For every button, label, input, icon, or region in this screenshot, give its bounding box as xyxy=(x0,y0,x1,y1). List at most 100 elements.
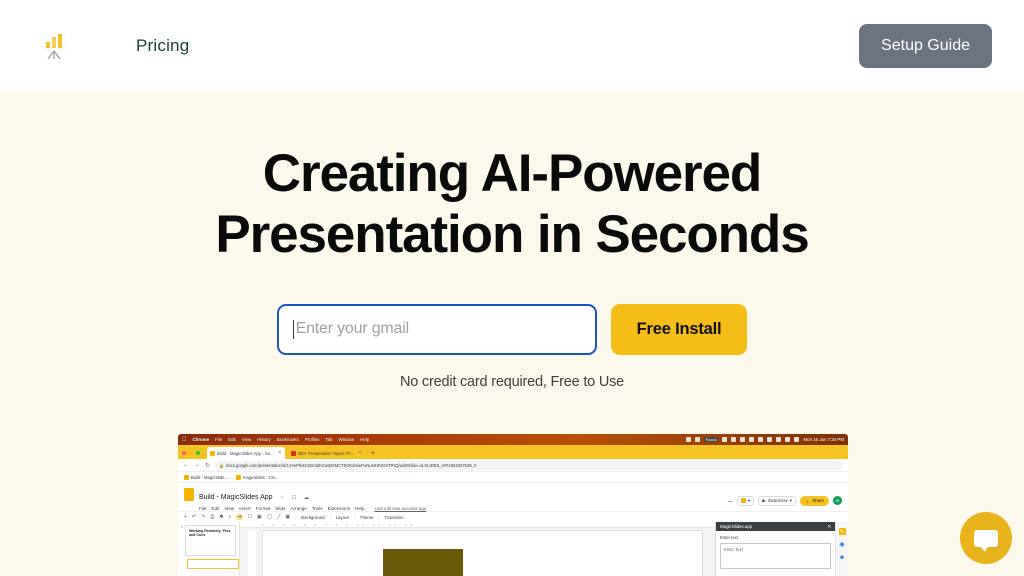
control-center-icon[interactable] xyxy=(758,437,764,442)
bookmark-item-1[interactable]: Build - MagicSlide... xyxy=(184,474,228,480)
undo-icon[interactable]: ↶ xyxy=(192,514,196,520)
document-title[interactable]: Build - MagicSlides App xyxy=(199,494,273,501)
minimize-window-icon[interactable] xyxy=(189,451,193,455)
focus-status-chip[interactable]: Focus xyxy=(703,437,719,442)
theme-button[interactable]: Theme xyxy=(353,514,373,520)
reload-icon[interactable]: ↻ xyxy=(205,462,210,469)
menu-item-profiles[interactable]: Profiles xyxy=(305,437,320,442)
slides-menu-arrange[interactable]: Arrange xyxy=(290,506,306,511)
menu-item-help[interactable]: Help xyxy=(360,437,369,442)
menu-item-file[interactable]: File xyxy=(215,437,222,442)
keep-icon[interactable]: ✎ xyxy=(838,528,846,535)
comment-add-icon[interactable]: ▣ xyxy=(285,514,290,520)
back-icon[interactable]: ← xyxy=(183,462,189,468)
menu-item-window[interactable]: Window xyxy=(339,437,355,442)
print-icon[interactable]: ⎙ xyxy=(210,514,214,520)
slides-menu-help[interactable]: Help xyxy=(355,506,364,511)
close-tab-icon[interactable]: ✕ xyxy=(358,450,362,456)
microphone-icon[interactable] xyxy=(694,437,700,442)
zoom-icon[interactable]: ⌕ xyxy=(229,514,232,520)
comment-icon[interactable]: ⚊ xyxy=(728,497,733,504)
new-slide-icon[interactable]: + xyxy=(184,514,187,520)
horizontal-ruler: 1 2 3 4 5 6 7 8 9 10 11 12 13 xyxy=(240,522,715,528)
slides-menu-edit[interactable]: Edit xyxy=(211,506,219,511)
slides-menu-insert[interactable]: Insert xyxy=(239,506,251,511)
browser-tab-1[interactable]: Build - MagicSlides App - Go... ✕ xyxy=(207,447,285,459)
slides-menu-file[interactable]: File xyxy=(199,506,206,511)
setup-guide-button[interactable]: Setup Guide xyxy=(859,23,992,68)
redo-icon[interactable]: ↷ xyxy=(201,514,205,520)
browser-tab-2[interactable]: 350+ Presentation Topics Th... ✕ xyxy=(287,447,365,459)
meet-button[interactable]: ▾ xyxy=(736,495,755,506)
slideshow-button[interactable]: ▶ Slideshow ▾ xyxy=(758,495,796,506)
vertical-ruler xyxy=(248,530,256,576)
page-title: Creating AI-Powered Presentation in Seco… xyxy=(0,143,1024,266)
background-button[interactable]: Background xyxy=(295,514,325,520)
search-icon[interactable] xyxy=(776,437,782,442)
slides-menu-extensions[interactable]: Extensions xyxy=(328,506,350,511)
line-icon[interactable]: ╱ xyxy=(277,514,280,520)
magicslides-panel-title: MagicSlides.app xyxy=(720,524,753,529)
paint-format-icon[interactable]: ✽ xyxy=(219,514,223,520)
magicslides-panel: MagicSlides.app ✕ Enter text Enter Text xyxy=(715,522,835,576)
slide-image-block[interactable] xyxy=(383,549,463,576)
menu-item-history[interactable]: History xyxy=(257,437,271,442)
close-window-icon[interactable] xyxy=(182,451,186,455)
google-slides-icon[interactable] xyxy=(184,488,194,501)
input-source-icon[interactable] xyxy=(785,437,791,442)
avatar[interactable]: m xyxy=(833,496,842,505)
siri-icon[interactable] xyxy=(794,437,800,442)
last-edit-status[interactable]: Last edit was seconds ago xyxy=(375,506,427,511)
bookmark-item-2[interactable]: magicslides - Clo... xyxy=(236,474,278,480)
slides-editor-body: 1 Working Remotely: Pros and Cons 1 2 3 … xyxy=(178,522,848,576)
gear-icon[interactable] xyxy=(685,437,691,442)
display-icon[interactable] xyxy=(731,437,737,442)
contacts-icon[interactable]: ☻ xyxy=(839,554,846,561)
menu-item-tab[interactable]: Tab xyxy=(325,437,332,442)
share-button[interactable]: 🔒 Share xyxy=(799,495,829,506)
slides-menu-view[interactable]: View xyxy=(224,506,234,511)
maximize-window-icon[interactable] xyxy=(196,451,200,455)
slide-filmstrip: 1 Working Remotely: Pros and Cons xyxy=(178,522,240,576)
brand-logo[interactable] xyxy=(32,24,76,68)
address-bar[interactable]: 🔒 docs.google.com/presentation/d/1AYePls… xyxy=(215,460,843,470)
tasks-icon[interactable]: ◉ xyxy=(839,541,846,548)
shape-icon[interactable]: ◯ xyxy=(267,514,273,520)
image-icon[interactable]: ▣ xyxy=(257,514,262,520)
slide-thumbnail[interactable]: Working Remotely: Pros and Cons xyxy=(184,525,236,556)
close-icon[interactable]: ✕ xyxy=(827,524,831,530)
layout-button[interactable]: Layout xyxy=(329,514,349,520)
record-icon[interactable] xyxy=(722,437,728,442)
product-screenshot-preview:  Chrome File Edit View History Bookmark… xyxy=(178,434,848,576)
mac-menu-bar:  Chrome File Edit View History Bookmark… xyxy=(178,434,848,445)
menu-item-bookmarks[interactable]: Bookmarks xyxy=(277,437,299,442)
slides-menu-tools[interactable]: Tools xyxy=(312,506,323,511)
volume-icon[interactable] xyxy=(749,437,755,442)
nav-link-pricing[interactable]: Pricing xyxy=(136,36,189,56)
forward-icon[interactable]: → xyxy=(194,462,200,468)
transition-button[interactable]: Transition xyxy=(378,514,404,520)
star-icon[interactable]: ☆ xyxy=(280,495,284,501)
slides-menu-slide[interactable]: Slide xyxy=(275,506,285,511)
email-input-wrapper[interactable]: Enter your gmail xyxy=(276,303,597,355)
meet-icon xyxy=(740,498,746,503)
menu-bar-clock[interactable]: Mon 16 Jan 7:34 PM xyxy=(803,437,844,442)
move-folder-icon[interactable]: ☐ xyxy=(292,495,296,501)
close-tab-icon[interactable]: ✕ xyxy=(278,450,282,456)
menu-item-edit[interactable]: Edit xyxy=(228,437,236,442)
text-box-icon[interactable]: ☐ xyxy=(248,514,252,520)
free-install-button[interactable]: Free Install xyxy=(610,303,748,355)
select-tool-icon[interactable]: ➔ xyxy=(236,514,243,520)
slide-canvas[interactable] xyxy=(262,530,703,576)
menu-item-view[interactable]: View xyxy=(242,437,251,442)
magicslides-textarea[interactable]: Enter Text xyxy=(720,543,831,569)
lock-icon: 🔒 xyxy=(219,462,225,468)
battery-icon[interactable] xyxy=(740,437,746,442)
bookmark-favicon-icon xyxy=(184,474,189,480)
slides-menu-format[interactable]: Format xyxy=(256,506,271,511)
new-tab-button[interactable]: + xyxy=(371,450,375,459)
chat-widget-button[interactable] xyxy=(960,512,1012,564)
menu-item-chrome[interactable]: Chrome xyxy=(193,437,210,442)
wifi-icon[interactable] xyxy=(767,437,773,442)
slide-thumbnail-2[interactable] xyxy=(187,559,239,569)
